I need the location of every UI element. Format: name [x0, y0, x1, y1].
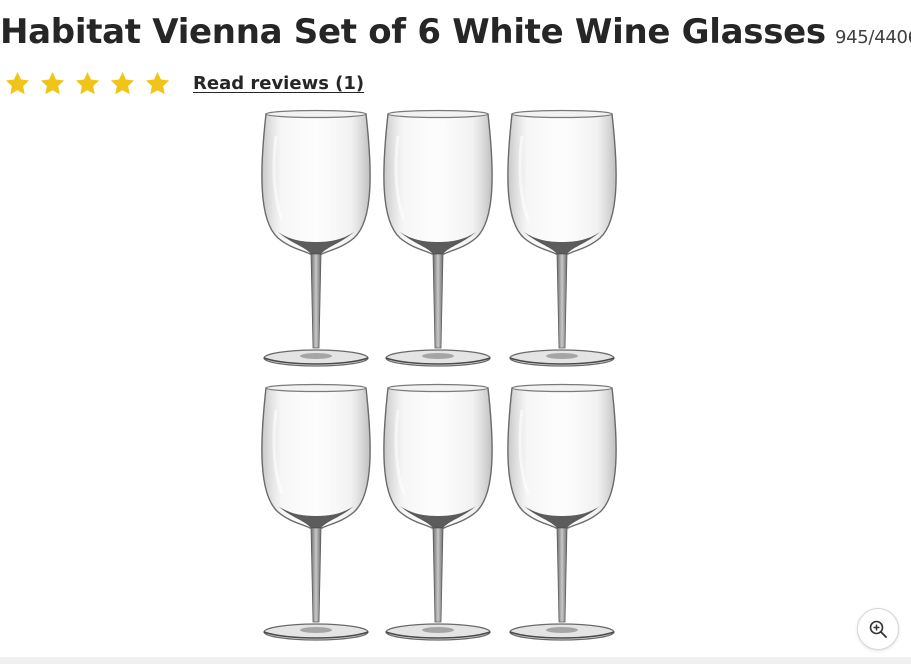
wine-glass-3 — [506, 109, 618, 368]
rating-row: Read reviews (1) — [4, 70, 364, 97]
wine-glass-6 — [506, 383, 618, 642]
zoom-in-icon — [869, 620, 887, 638]
star-icon — [5, 72, 30, 95]
wine-glass-5 — [382, 383, 494, 642]
product-page: Habitat Vienna Set of 6 White Wine Glass… — [0, 0, 911, 664]
star-icon — [110, 72, 135, 95]
product-sku: 945/4406 — [834, 27, 911, 48]
product-title: Habitat Vienna Set of 6 White Wine Glass… — [0, 12, 826, 52]
zoom-button[interactable] — [857, 608, 899, 650]
page-divider — [0, 657, 911, 664]
read-reviews-link[interactable]: Read reviews (1) — [193, 73, 364, 94]
product-image[interactable] — [250, 108, 630, 656]
star-icon — [75, 72, 100, 95]
wine-glass-4 — [260, 383, 372, 642]
star-rating — [4, 70, 179, 97]
wine-glass-2 — [382, 109, 494, 368]
wine-glass-1 — [260, 109, 372, 368]
product-header: Habitat Vienna Set of 6 White Wine Glass… — [0, 12, 911, 52]
star-icon — [40, 72, 65, 95]
star-icon — [145, 72, 170, 95]
